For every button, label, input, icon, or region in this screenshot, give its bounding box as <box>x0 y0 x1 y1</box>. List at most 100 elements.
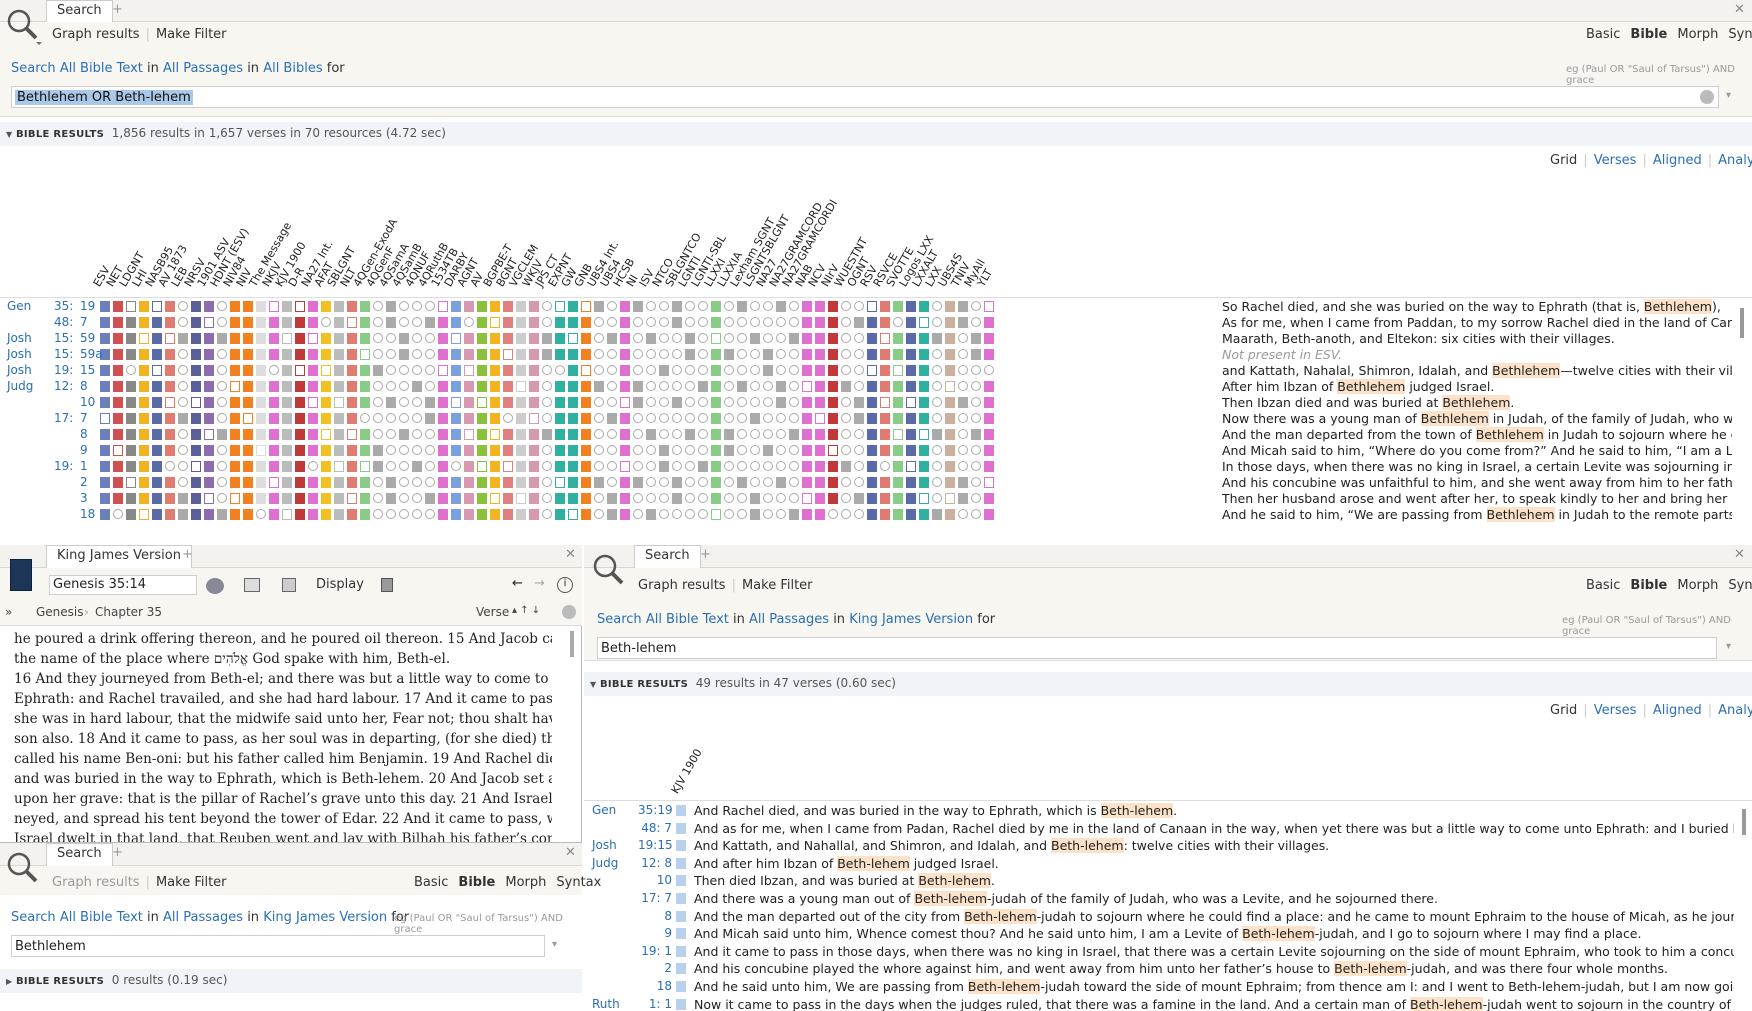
result-cell[interactable] <box>633 317 643 327</box>
result-cell[interactable] <box>646 509 656 520</box>
result-cell[interactable] <box>490 461 500 472</box>
result-cell[interactable] <box>815 429 825 440</box>
result-cell[interactable] <box>789 381 799 391</box>
result-cell[interactable] <box>685 445 695 455</box>
result-cell[interactable] <box>256 381 266 392</box>
result-cell[interactable] <box>113 365 123 376</box>
result-cell[interactable] <box>191 397 201 408</box>
result-cell[interactable] <box>646 381 656 391</box>
result-cell[interactable] <box>633 301 643 312</box>
result-cell[interactable] <box>828 445 838 456</box>
result-cell[interactable] <box>204 381 214 392</box>
result-cell[interactable] <box>659 397 669 407</box>
result-cell[interactable] <box>386 493 396 504</box>
result-cell[interactable] <box>542 365 552 375</box>
graph-results-button[interactable]: Graph results <box>52 875 140 890</box>
result-cell[interactable] <box>308 333 318 344</box>
result-cell[interactable] <box>542 381 552 391</box>
result-cell[interactable] <box>971 413 981 423</box>
result-cell[interactable] <box>542 429 552 440</box>
result-cell[interactable] <box>815 445 825 456</box>
result-cell[interactable] <box>659 317 669 327</box>
result-cell[interactable] <box>217 461 227 471</box>
result-cell[interactable] <box>802 429 812 440</box>
result-cell[interactable] <box>594 461 604 471</box>
bibles-link[interactable]: All Bibles <box>263 61 322 76</box>
result-cell[interactable] <box>347 333 357 344</box>
result-cell[interactable] <box>568 445 578 456</box>
result-cell[interactable] <box>724 365 734 375</box>
result-cell[interactable] <box>828 509 838 519</box>
result-cell[interactable] <box>503 301 513 312</box>
result-cell[interactable] <box>646 445 656 455</box>
result-cell[interactable] <box>451 493 461 504</box>
result-cell[interactable] <box>529 317 539 328</box>
result-cell[interactable] <box>607 365 617 375</box>
result-cell[interactable] <box>191 365 201 376</box>
result-cell[interactable] <box>464 381 474 392</box>
result-cell[interactable] <box>152 493 162 504</box>
result-cell[interactable] <box>477 509 487 520</box>
result-cell[interactable] <box>399 445 409 455</box>
result-cell[interactable] <box>542 349 552 360</box>
result-cell[interactable] <box>711 429 721 440</box>
result-cell[interactable] <box>932 429 942 440</box>
result-cell[interactable] <box>503 509 513 520</box>
result-cell[interactable] <box>412 429 422 439</box>
result-cell[interactable] <box>399 397 409 407</box>
result-cell[interactable] <box>711 397 721 408</box>
result-cell[interactable] <box>126 429 136 440</box>
result-cell[interactable] <box>828 301 838 312</box>
passages-link[interactable]: All Passages <box>163 910 243 925</box>
result-cell[interactable] <box>841 461 851 472</box>
result-cell[interactable] <box>373 413 383 423</box>
result-cell[interactable] <box>789 397 799 407</box>
result-cell[interactable] <box>256 413 266 424</box>
result-cell[interactable] <box>451 333 461 344</box>
print-icon[interactable] <box>381 578 393 592</box>
result-cell[interactable] <box>126 333 136 344</box>
result-cell[interactable] <box>477 477 487 488</box>
result-cell[interactable] <box>676 893 686 904</box>
display-button[interactable]: Display <box>316 577 364 592</box>
result-cell[interactable] <box>815 381 825 392</box>
result-cell[interactable] <box>165 397 175 408</box>
row-verse[interactable]: 10 <box>80 395 95 409</box>
result-cell[interactable] <box>737 445 747 455</box>
result-cell[interactable] <box>750 397 760 407</box>
result-cell[interactable] <box>360 413 370 423</box>
result-cell[interactable] <box>165 381 175 392</box>
result-cell[interactable] <box>971 365 981 375</box>
result-cell[interactable] <box>724 349 734 360</box>
result-cell[interactable] <box>919 381 929 392</box>
result-cell[interactable] <box>711 445 721 456</box>
result-cell[interactable] <box>776 413 786 423</box>
result-cell[interactable] <box>763 301 773 311</box>
result-cell[interactable] <box>529 461 539 472</box>
result-cell[interactable] <box>841 381 851 392</box>
row-reference[interactable]: 9 <box>638 926 672 940</box>
row-chapter[interactable]: 15: <box>54 347 73 361</box>
row-reference[interactable]: 2 <box>638 961 672 975</box>
row-verse[interactable]: 59 <box>80 331 95 345</box>
result-cell[interactable] <box>347 397 357 408</box>
result-cell[interactable] <box>672 413 682 423</box>
row-chapter[interactable]: 17: <box>54 411 73 425</box>
result-cell[interactable] <box>676 857 686 869</box>
result-cell[interactable] <box>646 461 656 471</box>
result-cell[interactable] <box>451 349 461 360</box>
result-cell[interactable] <box>633 381 643 392</box>
result-cell[interactable] <box>763 445 773 456</box>
result-cell[interactable] <box>594 397 604 407</box>
result-cell[interactable] <box>711 477 721 488</box>
result-cell[interactable] <box>776 429 786 439</box>
result-cell[interactable] <box>932 381 942 391</box>
result-cell[interactable] <box>906 429 916 440</box>
result-cell[interactable] <box>191 413 201 424</box>
result-cell[interactable] <box>347 445 357 456</box>
result-cell[interactable] <box>659 445 669 456</box>
result-cell[interactable] <box>763 333 773 343</box>
result-cell[interactable] <box>659 381 669 391</box>
result-cell[interactable] <box>464 477 474 488</box>
result-cell[interactable] <box>763 413 773 423</box>
